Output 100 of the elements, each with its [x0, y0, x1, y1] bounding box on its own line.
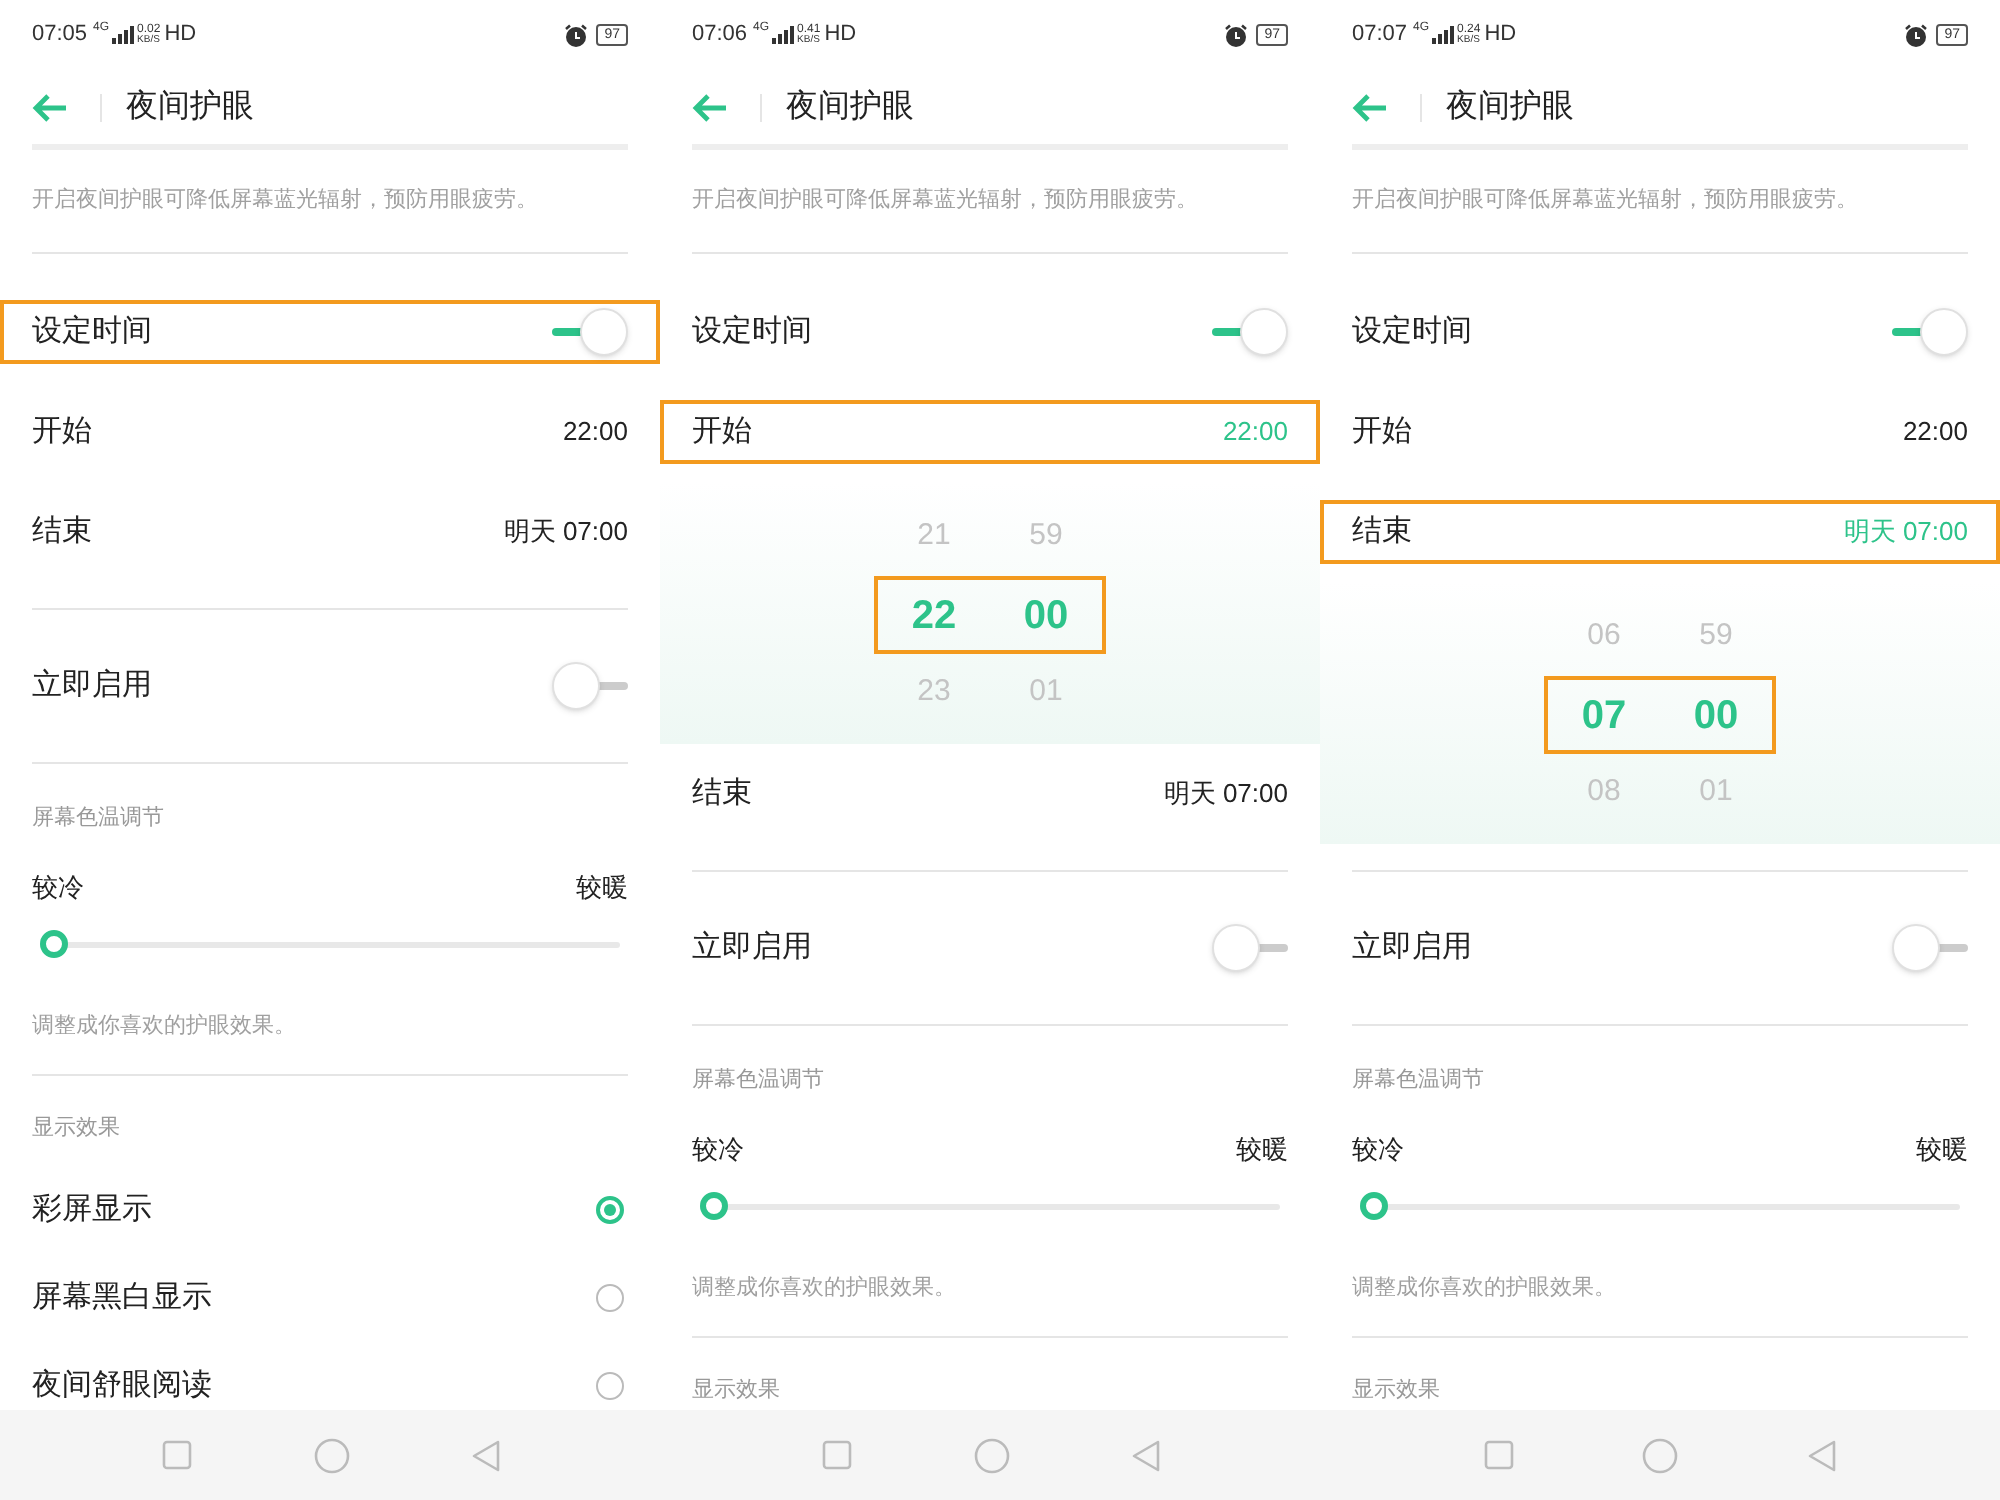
circle-icon — [1642, 1437, 1679, 1473]
toggle-row[interactable]: 设定时间 — [0, 300, 660, 364]
section-header: 显示效果 — [692, 1375, 780, 1406]
time-row[interactable]: 开始 22:00 — [0, 382, 660, 482]
hint-text: 调整成你喜欢的护眼效果。 — [692, 1273, 956, 1303]
time-value: 22:00 — [1222, 414, 1288, 451]
toggle-switch[interactable] — [1212, 308, 1288, 356]
setting-label: 设定时间 — [1352, 311, 1472, 352]
signal-icon — [771, 26, 794, 44]
radio-button[interactable] — [596, 1284, 624, 1312]
signal-icon — [1431, 26, 1454, 44]
radio-option[interactable]: 屏幕黑白显示 — [0, 1254, 660, 1342]
circle-icon — [973, 1437, 1009, 1473]
slider-track[interactable] — [700, 1192, 1280, 1220]
setting-label: 开始 — [692, 411, 752, 452]
slider-track[interactable] — [1360, 1192, 1960, 1220]
setting-label: 立即启用 — [32, 665, 152, 706]
description-text: 开启夜间护眼可降低屏幕蓝光辐射，预防用眼疲劳。 — [692, 185, 1198, 217]
time-value: 22:00 — [562, 414, 628, 451]
slider-thumb[interactable] — [40, 930, 68, 958]
slider-thumb[interactable] — [700, 1192, 728, 1220]
back-nav-button[interactable] — [1131, 1439, 1159, 1471]
home-button[interactable] — [973, 1437, 1009, 1473]
setting-label: 结束 — [692, 773, 752, 814]
toggle-switch[interactable] — [552, 308, 628, 356]
setting-label: 立即启用 — [1352, 927, 1472, 968]
radio-option[interactable]: 彩屏显示 — [0, 1166, 660, 1254]
setting-label: 开始 — [32, 411, 92, 452]
home-button[interactable] — [313, 1437, 349, 1473]
radio-button[interactable] — [596, 1196, 624, 1224]
page-title: 夜间护眼 — [786, 87, 914, 127]
time-row[interactable]: 开始 22:00 — [660, 400, 1320, 464]
toggle-switch[interactable] — [1892, 924, 1968, 972]
slider-label: 较暖 — [1236, 1132, 1288, 1169]
signal-icon — [111, 26, 134, 44]
hd-label: HD — [164, 20, 197, 51]
section-header: 显示效果 — [1352, 1375, 1440, 1406]
radio-option[interactable]: 夜间舒眼阅读 — [0, 1342, 660, 1410]
square-icon — [1484, 1440, 1515, 1470]
back-arrow-icon — [1352, 93, 1388, 121]
setting-label: 结束 — [1352, 511, 1412, 552]
alarm-icon — [1904, 23, 1929, 47]
hd-label: HD — [1484, 20, 1517, 51]
hd-label: HD — [824, 20, 857, 51]
toggle-row[interactable]: 立即启用 — [1320, 898, 2000, 998]
recents-button[interactable] — [821, 1440, 851, 1470]
toggle-row[interactable]: 立即启用 — [660, 898, 1320, 998]
back-nav-button[interactable] — [471, 1439, 499, 1471]
toggle-switch[interactable] — [552, 662, 628, 710]
square-icon — [821, 1440, 851, 1470]
back-arrow-icon — [692, 93, 728, 121]
toggle-switch[interactable] — [1892, 308, 1968, 356]
radio-button[interactable] — [596, 1372, 624, 1400]
recents-button[interactable] — [161, 1440, 191, 1470]
square-icon — [161, 1440, 191, 1470]
slider-thumb[interactable] — [1360, 1192, 1388, 1220]
time-value: 明天 07:00 — [503, 514, 628, 551]
option-label: 夜间舒眼阅读 — [32, 1365, 212, 1406]
section-header: 屏幕色温调节 — [1352, 1065, 1484, 1096]
time-row[interactable]: 结束 明天 07:00 — [660, 744, 1320, 844]
time-value: 22:00 — [1902, 414, 1968, 451]
triangle-icon — [1131, 1439, 1159, 1471]
setting-label: 结束 — [32, 511, 92, 552]
section-header: 显示效果 — [32, 1113, 120, 1144]
option-label: 彩屏显示 — [32, 1189, 152, 1230]
triangle-icon — [1807, 1439, 1836, 1471]
status-time: 07:05 — [32, 20, 88, 51]
slider-label: 较冷 — [1352, 1132, 1404, 1169]
recents-button[interactable] — [1484, 1440, 1515, 1470]
page-title: 夜间护眼 — [126, 87, 254, 127]
time-row[interactable]: 结束 明天 07:00 — [1320, 500, 2000, 564]
description-text: 开启夜间护眼可降低屏幕蓝光辐射，预防用眼疲劳。 — [32, 185, 538, 217]
triangle-icon — [471, 1439, 499, 1471]
status-time: 07:07 — [1352, 20, 1408, 51]
alarm-icon — [1224, 23, 1249, 47]
home-button[interactable] — [1642, 1437, 1679, 1473]
toggle-row[interactable]: 设定时间 — [1320, 282, 2000, 382]
setting-label: 设定时间 — [32, 311, 152, 352]
back-arrow-icon — [32, 93, 68, 121]
toggle-row[interactable]: 设定时间 — [660, 282, 1320, 382]
section-header: 屏幕色温调节 — [32, 803, 164, 834]
hint-text: 调整成你喜欢的护眼效果。 — [32, 1011, 296, 1041]
time-value: 明天 07:00 — [1163, 776, 1288, 813]
setting-label: 设定时间 — [692, 311, 812, 352]
time-row[interactable]: 开始 22:00 — [1320, 382, 2000, 482]
setting-label: 开始 — [1352, 411, 1412, 452]
page-title: 夜间护眼 — [1446, 87, 1574, 127]
section-header: 屏幕色温调节 — [692, 1065, 824, 1096]
slider-label: 较冷 — [692, 1132, 744, 1169]
option-label: 屏幕黑白显示 — [32, 1277, 212, 1318]
toggle-row[interactable]: 立即启用 — [0, 636, 660, 736]
slider-label: 较冷 — [32, 870, 84, 907]
time-row[interactable]: 结束 明天 07:00 — [0, 482, 660, 582]
alarm-icon — [564, 23, 589, 47]
toggle-switch[interactable] — [1212, 924, 1288, 972]
back-nav-button[interactable] — [1807, 1439, 1836, 1471]
circle-icon — [313, 1437, 349, 1473]
status-time: 07:06 — [692, 20, 748, 51]
slider-label: 较暖 — [576, 870, 628, 907]
slider-track[interactable] — [40, 930, 620, 958]
